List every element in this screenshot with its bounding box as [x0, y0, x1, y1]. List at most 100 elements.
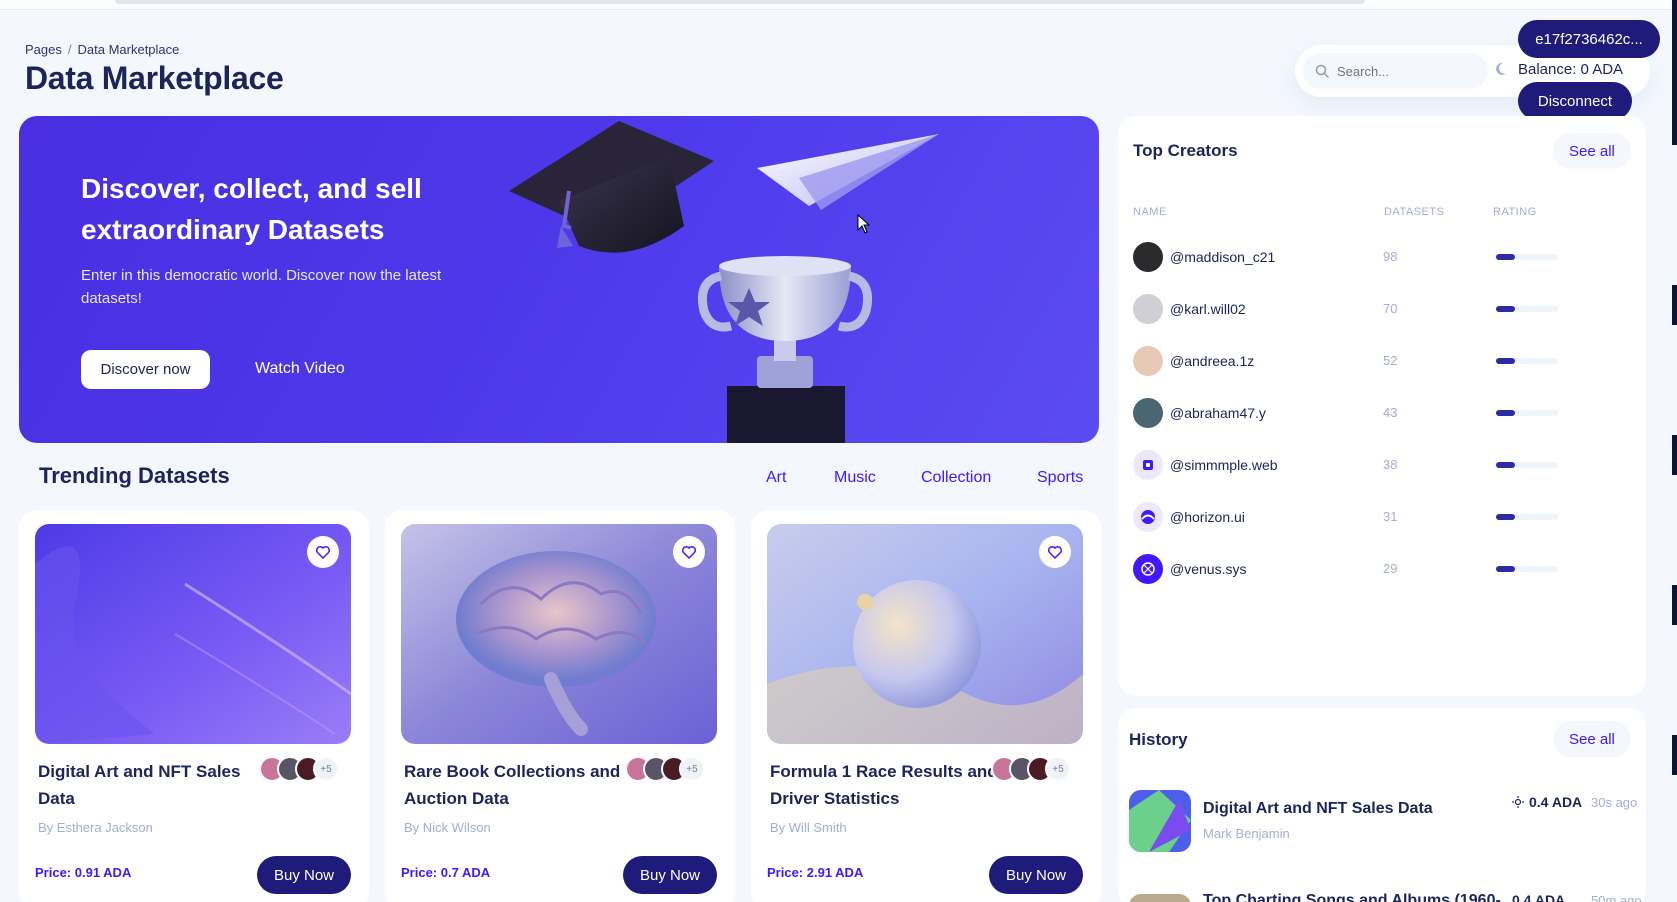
avatar: [1133, 242, 1163, 272]
heart-icon: [315, 545, 331, 560]
moon-icon[interactable]: [1495, 61, 1511, 77]
search-field[interactable]: [1303, 53, 1488, 89]
creator-row[interactable]: @venus.sys 29: [1133, 552, 1613, 586]
discover-now-button[interactable]: Discover now: [81, 350, 210, 389]
paper-plane-icon: [757, 134, 939, 210]
dataset-image: [401, 524, 717, 744]
creator-datasets: 43: [1383, 405, 1398, 420]
avatar: [1133, 346, 1163, 376]
creator-datasets: 31: [1383, 509, 1398, 524]
history-thumbnail: [1129, 790, 1191, 852]
browser-top-strip: [0, 0, 1677, 10]
search-icon: [1315, 64, 1329, 78]
dataset-price: Price: 0.7 ADA: [401, 865, 491, 880]
top-creators-panel: Top Creators See all NAME DATASETS RATIN…: [1118, 116, 1646, 696]
wallet-balance: Balance: 0 ADA: [1518, 61, 1624, 78]
tab-art[interactable]: Art: [766, 469, 786, 487]
rating-bar: [1496, 358, 1558, 364]
collector-avatars: +5: [991, 756, 1071, 782]
dataset-image: [767, 524, 1083, 744]
venus-logo-icon: [1141, 562, 1155, 576]
tab-music[interactable]: Music: [834, 469, 876, 487]
more-collectors-count: +5: [1045, 756, 1071, 782]
dataset-author: By Esthera Jackson: [38, 820, 153, 835]
ada-icon: [1512, 796, 1524, 808]
favorite-button[interactable]: [307, 536, 339, 568]
creator-row[interactable]: @karl.will02 70: [1133, 292, 1613, 326]
horizon-logo-icon: [1141, 510, 1155, 524]
creator-datasets: 70: [1383, 301, 1398, 316]
dataset-price: Price: 2.91 ADA: [767, 865, 864, 880]
heart-icon: [681, 545, 697, 560]
favorite-button[interactable]: [673, 536, 705, 568]
breadcrumb: Pages / Data Marketplace: [25, 42, 180, 57]
dataset-card[interactable]: Rare Book Collections and Auction Data +…: [385, 510, 735, 902]
address-bar-edge: [115, 0, 1365, 4]
hero-subtitle: Enter in this democratic world. Discover…: [81, 267, 442, 307]
creator-name: @venus.sys: [1170, 561, 1247, 577]
creator-row[interactable]: @abraham47.y 43: [1133, 396, 1613, 430]
rating-bar: [1496, 566, 1558, 572]
creator-name: @maddison_c21: [1170, 249, 1276, 265]
avatar: [1133, 450, 1163, 480]
history-item-time: 50m ago: [1591, 893, 1642, 902]
history-item-price: 0.4 ADA: [1512, 794, 1582, 810]
history-item-name[interactable]: Digital Art and NFT Sales Data: [1203, 800, 1433, 818]
hero-title: Discover, collect, and sell extraordinar…: [81, 173, 422, 245]
heart-icon: [1047, 545, 1063, 560]
creator-row[interactable]: @horizon.ui 31: [1133, 500, 1613, 534]
graduation-cap-icon: [509, 121, 714, 253]
more-collectors-count: +5: [679, 756, 705, 782]
collector-avatars: +5: [625, 756, 705, 782]
watch-video-link[interactable]: Watch Video: [255, 360, 345, 378]
avatar: [1133, 554, 1163, 584]
dataset-card[interactable]: Digital Art and NFT Sales Data +5 By Est…: [19, 510, 369, 902]
buy-now-button[interactable]: Buy Now: [989, 856, 1083, 894]
trending-title: Trending Datasets: [39, 463, 230, 488]
favorite-button[interactable]: [1039, 536, 1071, 568]
trophy-icon: [697, 256, 873, 443]
dataset-title[interactable]: Rare Book Collections and Auction Data: [404, 758, 634, 812]
dataset-title[interactable]: Digital Art and NFT Sales Data: [38, 758, 268, 812]
column-header-datasets: DATASETS: [1384, 206, 1445, 218]
history-item-price: 0.4 ADA: [1512, 892, 1566, 902]
rating-bar: [1496, 254, 1558, 260]
creator-name: @abraham47.y: [1170, 405, 1266, 421]
page-title: Data Marketplace: [25, 60, 284, 96]
avatar: [1133, 294, 1163, 324]
search-input[interactable]: [1337, 63, 1477, 79]
disconnect-button[interactable]: Disconnect: [1518, 82, 1632, 120]
history-item-time: 30s ago: [1591, 795, 1638, 810]
history-panel: History See all Digital Art and NFT Sale…: [1118, 708, 1646, 902]
dataset-title[interactable]: Formula 1 Race Results and Driver Statis…: [770, 758, 1000, 812]
hero-illustration: [509, 121, 939, 443]
column-header-name: NAME: [1133, 206, 1167, 218]
creator-row[interactable]: @maddison_c21 98: [1133, 240, 1613, 274]
breadcrumb-root[interactable]: Pages: [25, 42, 62, 57]
rating-bar: [1496, 462, 1558, 468]
history-item-author: Mark Benjamin: [1203, 826, 1290, 841]
creator-datasets: 98: [1383, 249, 1398, 264]
dataset-author: By Nick Wilson: [404, 820, 491, 835]
history-title: History: [1129, 730, 1188, 749]
tab-collection[interactable]: Collection: [921, 469, 991, 487]
creator-name: @andreea.1z: [1170, 353, 1255, 369]
creators-see-all-button[interactable]: See all: [1553, 133, 1631, 169]
history-see-all-button[interactable]: See all: [1553, 721, 1631, 757]
dataset-card[interactable]: Formula 1 Race Results and Driver Statis…: [751, 510, 1101, 902]
top-creators-title: Top Creators: [1133, 141, 1238, 160]
dataset-author: By Will Smith: [770, 820, 847, 835]
dataset-price: Price: 0.91 ADA: [35, 865, 132, 880]
avatar: [1133, 502, 1163, 532]
wallet-address-button[interactable]: e17f2736462c...: [1518, 20, 1660, 58]
creator-name: @horizon.ui: [1170, 509, 1245, 525]
buy-now-button[interactable]: Buy Now: [257, 856, 351, 894]
creator-row[interactable]: @andreea.1z 52: [1133, 344, 1613, 378]
creator-row[interactable]: @simmmple.web 38: [1133, 448, 1613, 482]
history-item-name[interactable]: Top Charting Songs and Albums (1960-: [1203, 892, 1501, 902]
hero-banner: Discover, collect, and sell extraordinar…: [19, 116, 1099, 443]
collector-avatars: +5: [259, 756, 339, 782]
column-header-rating: RATING: [1493, 206, 1537, 218]
tab-sports[interactable]: Sports: [1037, 469, 1083, 487]
buy-now-button[interactable]: Buy Now: [623, 856, 717, 894]
